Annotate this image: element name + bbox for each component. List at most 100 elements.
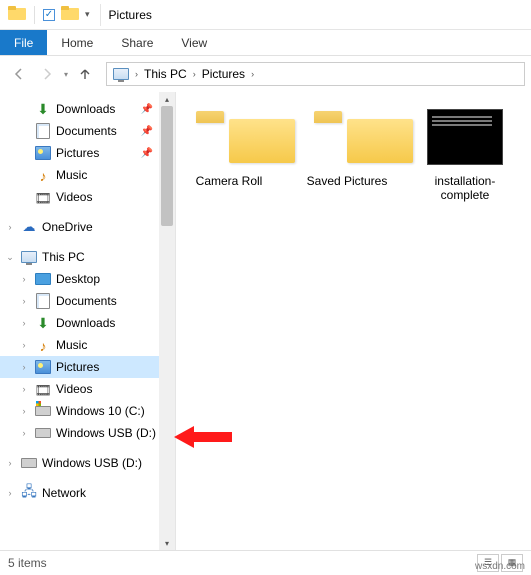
item-label: installation-complete bbox=[420, 174, 510, 202]
file-installation-complete[interactable]: installation-complete bbox=[420, 106, 510, 202]
videos-icon: 🎞 bbox=[34, 190, 52, 204]
tab-share[interactable]: Share bbox=[107, 30, 167, 55]
nav-label: This PC bbox=[42, 250, 85, 264]
nav-label: Documents bbox=[56, 294, 117, 308]
this-pc-icon bbox=[20, 251, 38, 263]
nav-label: Windows USB (D:) bbox=[56, 426, 156, 440]
nav-videos[interactable]: 🎞Videos bbox=[0, 186, 175, 208]
breadcrumb-root-icon[interactable] bbox=[111, 68, 131, 80]
pin-icon: 📌 bbox=[141, 126, 153, 137]
qat-separator bbox=[34, 6, 35, 24]
nav-label: Music bbox=[56, 168, 87, 182]
nav-music[interactable]: ♪ Music bbox=[0, 164, 175, 186]
breadcrumb-this-pc[interactable]: This PC bbox=[142, 67, 189, 81]
tab-home[interactable]: Home bbox=[47, 30, 107, 55]
drive-d-icon bbox=[34, 428, 52, 438]
downloads-icon: ⬇ bbox=[34, 315, 52, 332]
status-bar: 5 items ☰ ▦ bbox=[0, 550, 531, 574]
expand-icon[interactable]: › bbox=[4, 222, 16, 232]
nav-pc-downloads[interactable]: ›⬇Downloads bbox=[0, 312, 175, 334]
chevron-right-icon[interactable]: › bbox=[191, 69, 198, 79]
folder-icon bbox=[309, 106, 385, 168]
status-item-count: 5 items bbox=[8, 556, 47, 570]
image-thumbnail bbox=[427, 106, 503, 168]
documents-icon bbox=[34, 123, 52, 139]
nav-label: Downloads bbox=[56, 316, 115, 330]
quick-access-toolbar: ✓ ▾ bbox=[4, 6, 94, 24]
nav-label: Pictures bbox=[56, 360, 99, 374]
pictures-icon bbox=[34, 146, 52, 160]
qat-folder[interactable] bbox=[61, 6, 79, 23]
titlebar: ✓ ▾ Pictures bbox=[0, 0, 531, 30]
nav-label: Pictures bbox=[56, 146, 99, 160]
scroll-up-icon[interactable]: ▴ bbox=[159, 92, 175, 106]
nav-pc-pictures[interactable]: ›Pictures bbox=[0, 356, 175, 378]
pictures-icon bbox=[34, 360, 52, 374]
view-switcher: ☰ ▦ bbox=[477, 554, 523, 572]
documents-icon bbox=[34, 293, 52, 309]
onedrive-icon: ☁ bbox=[20, 219, 38, 235]
chevron-right-icon[interactable]: › bbox=[249, 69, 256, 79]
scroll-thumb[interactable] bbox=[161, 106, 173, 226]
pin-icon: 📌 bbox=[141, 148, 153, 159]
nav-label: Network bbox=[42, 486, 86, 500]
videos-icon: 🎞 bbox=[34, 382, 52, 396]
nav-label: Downloads bbox=[56, 102, 115, 116]
nav-back-button[interactable] bbox=[6, 61, 32, 87]
pin-icon: 📌 bbox=[141, 104, 153, 115]
nav-this-pc[interactable]: ⌄ This PC bbox=[0, 246, 175, 268]
folder-camera-roll[interactable]: Camera Roll bbox=[184, 106, 274, 202]
nav-pc-drive-c[interactable]: ›Windows 10 (C:) bbox=[0, 400, 175, 422]
network-icon: 🖧 bbox=[20, 481, 38, 505]
nav-label: OneDrive bbox=[42, 220, 93, 234]
scroll-down-icon[interactable]: ▾ bbox=[159, 536, 175, 550]
music-icon: ♪ bbox=[34, 168, 52, 182]
nav-scrollbar[interactable]: ▴ ▾ bbox=[159, 92, 175, 550]
nav-history-dropdown[interactable]: ▾ bbox=[64, 70, 68, 79]
navigation-pane: ⬇Downloads📌 Documents📌 Pictures📌 ♪Music … bbox=[0, 92, 176, 550]
nav-network[interactable]: ›🖧Network bbox=[0, 482, 175, 504]
nav-label: Desktop bbox=[56, 272, 100, 286]
nav-label: Documents bbox=[56, 124, 117, 138]
music-icon: ♪ bbox=[34, 338, 52, 352]
item-label: Saved Pictures bbox=[307, 174, 388, 188]
nav-pc-desktop[interactable]: ›Desktop bbox=[0, 268, 175, 290]
qat-customize-dropdown[interactable]: ▾ bbox=[85, 9, 90, 20]
nav-label: Windows 10 (C:) bbox=[56, 404, 145, 418]
chevron-right-icon[interactable]: › bbox=[133, 69, 140, 79]
breadcrumb[interactable]: › This PC › Pictures › bbox=[106, 62, 525, 86]
nav-pc-drive-d[interactable]: ›Windows USB (D:) bbox=[0, 422, 175, 444]
usb-icon bbox=[20, 458, 38, 468]
view-details-button[interactable]: ☰ bbox=[477, 554, 499, 572]
nav-onedrive[interactable]: › ☁ OneDrive bbox=[0, 216, 175, 238]
window-title: Pictures bbox=[107, 8, 152, 22]
nav-label: Windows USB (D:) bbox=[42, 456, 142, 470]
nav-removable-usb[interactable]: ›Windows USB (D:) bbox=[0, 452, 175, 474]
nav-pc-videos[interactable]: ›🎞Videos bbox=[0, 378, 175, 400]
folder-saved-pictures[interactable]: Saved Pictures bbox=[302, 106, 392, 202]
tab-view[interactable]: View bbox=[167, 30, 221, 55]
title-separator bbox=[100, 4, 101, 26]
view-icons-button[interactable]: ▦ bbox=[501, 554, 523, 572]
desktop-icon bbox=[34, 273, 52, 285]
address-bar: ▾ › This PC › Pictures › bbox=[0, 56, 531, 92]
nav-pc-music[interactable]: ›♪Music bbox=[0, 334, 175, 356]
nav-pc-documents[interactable]: ›Documents bbox=[0, 290, 175, 312]
nav-tree: ⬇Downloads📌 Documents📌 Pictures📌 ♪Music … bbox=[0, 98, 175, 504]
breadcrumb-current[interactable]: Pictures bbox=[200, 67, 247, 81]
nav-up-button[interactable] bbox=[72, 61, 98, 87]
nav-forward-button[interactable] bbox=[34, 61, 60, 87]
ribbon-tabs: File Home Share View bbox=[0, 30, 531, 56]
explorer-body: ⬇Downloads📌 Documents📌 Pictures📌 ♪Music … bbox=[0, 92, 531, 550]
nav-label: Music bbox=[56, 338, 87, 352]
nav-pictures[interactable]: Pictures 📌 bbox=[0, 142, 175, 164]
nav-documents[interactable]: Documents 📌 bbox=[0, 120, 175, 142]
item-grid: Camera Roll Saved Pictures installation-… bbox=[184, 106, 523, 202]
content-pane[interactable]: Camera Roll Saved Pictures installation-… bbox=[176, 92, 531, 550]
qat-checkbox[interactable]: ✓ bbox=[43, 9, 55, 21]
collapse-icon[interactable]: ⌄ bbox=[4, 252, 16, 263]
downloads-icon: ⬇ bbox=[34, 101, 52, 118]
nav-downloads[interactable]: ⬇ Downloads 📌 bbox=[0, 98, 175, 120]
item-label: Camera Roll bbox=[196, 174, 263, 188]
tab-file[interactable]: File bbox=[0, 30, 47, 55]
